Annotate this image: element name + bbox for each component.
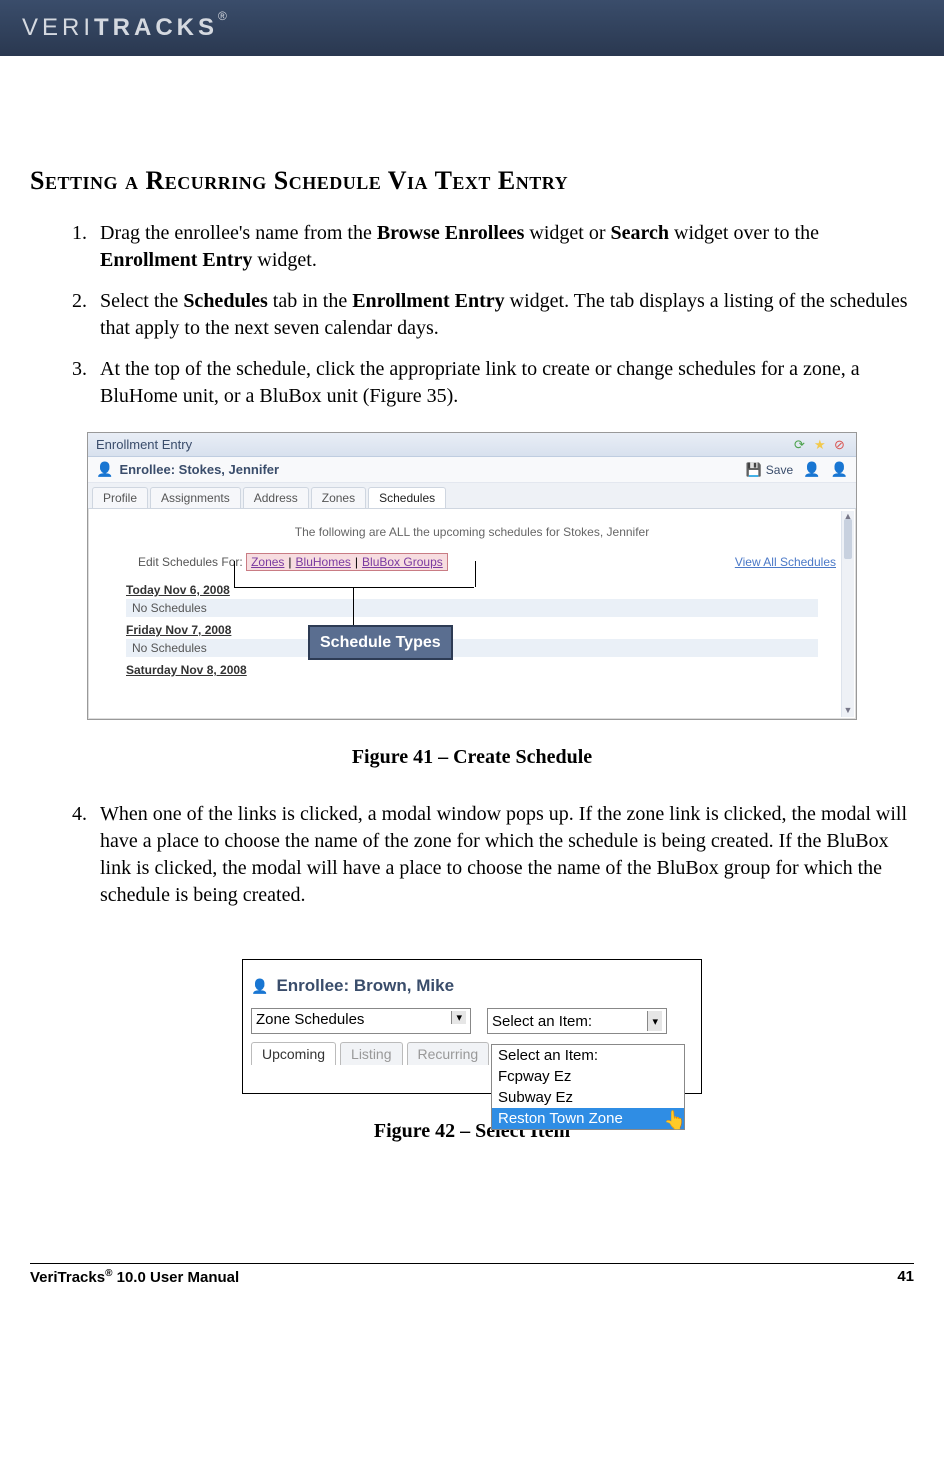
page-number: 41 [897,1268,914,1286]
tab-recurring[interactable]: Recurring [407,1042,490,1065]
user-blue-icon[interactable]: 👤 [803,461,820,478]
registered-icon: ® [218,9,231,23]
schedule-types-box: Zones | BluHomes | BluBox Groups [246,553,448,571]
close-icon[interactable]: ⊘ [834,438,848,452]
dropdown-option-selected[interactable]: Reston Town Zone 👆 [492,1108,684,1129]
tab-upcoming[interactable]: Upcoming [251,1042,336,1065]
tab-assignments[interactable]: Assignments [150,487,241,508]
step-1: Drag the enrollee's name from the Browse… [92,220,914,274]
person-icon: 👤 [251,978,268,995]
chevron-down-icon: ▾ [451,1011,466,1024]
scroll-thumb[interactable] [844,519,852,559]
dropdown-option[interactable]: Subway Ez [492,1087,684,1108]
item-dropdown[interactable]: Select an Item: Fcpway Ez Subway Ez Rest… [491,1044,685,1130]
refresh-icon[interactable]: ⟳ [794,438,808,452]
user-orange-icon[interactable]: 👤 [831,461,848,478]
link-zones[interactable]: Zones [251,555,284,569]
figure-42-screenshot: 👤 Enrollee: Brown, Mike Zone Schedules ▾… [242,959,702,1094]
no-schedules-row: No Schedules [126,639,818,657]
enrollee-label: Enrollee: Stokes, Jennifer [119,462,279,477]
cursor-icon: 👆 [664,1110,686,1131]
footer-left: VeriTracks® 10.0 User Manual [30,1268,239,1286]
item-select[interactable]: Select an Item: ▾ [487,1008,667,1034]
step-2: Select the Schedules tab in the Enrollme… [92,288,914,342]
figure-41-caption: Figure 41 – Create Schedule [30,746,914,769]
scrollbar[interactable]: ▲ ▼ [841,511,854,717]
no-schedules-row: No Schedules [126,599,818,617]
schedules-note: The following are ALL the upcoming sched… [98,525,846,539]
figure-42-caption: Figure 42 – Select Item [30,1120,914,1143]
edit-schedules-label: Edit Schedules For: [138,555,243,569]
person-icon: 👤 [96,461,113,478]
brand-thin: VERI [22,14,94,42]
page-footer: VeriTracks® 10.0 User Manual 41 [30,1263,914,1316]
tab-bar: Profile Assignments Address Zones Schedu… [88,483,856,509]
save-button[interactable]: 💾 Save [746,462,794,478]
link-blubox-groups[interactable]: BluBox Groups [362,555,443,569]
dropdown-option[interactable]: Select an Item: [492,1045,684,1066]
callout-schedule-types: Schedule Types [308,625,453,660]
tab-address[interactable]: Address [243,487,309,508]
tab-schedules[interactable]: Schedules [368,487,446,508]
app-header: VERITRACKS® [0,0,944,56]
section-heading: Setting a Recurring Schedule Via Text En… [30,166,914,196]
tab-zones[interactable]: Zones [311,487,366,508]
day-heading: Saturday Nov 8, 2008 [126,663,846,677]
brand-bold: TRACKS [94,14,218,41]
scroll-down-icon[interactable]: ▼ [842,705,854,717]
step-3: At the top of the schedule, click the ap… [92,356,914,410]
day-heading: Friday Nov 7, 2008 [126,623,846,637]
zone-schedules-select[interactable]: Zone Schedules ▾ [251,1008,471,1034]
chevron-down-icon: ▾ [647,1011,662,1031]
figure-41-screenshot: Enrollment Entry ⟳ ★ ⊘ 👤 Enrollee: Stoke… [87,432,857,720]
day-heading: Today Nov 6, 2008 [126,583,846,597]
brand-logo: VERITRACKS® [22,14,231,42]
save-icon: 💾 [746,462,762,478]
widget-title: Enrollment Entry [96,437,192,452]
view-all-schedules-link[interactable]: View All Schedules [735,555,836,569]
tab-listing[interactable]: Listing [340,1042,402,1065]
tab-profile[interactable]: Profile [92,487,148,508]
dropdown-option[interactable]: Fcpway Ez [492,1066,684,1087]
favorite-icon[interactable]: ★ [814,438,828,452]
enrollee-label: Enrollee: Brown, Mike [276,976,454,996]
link-bluhomes[interactable]: BluHomes [296,555,351,569]
step-4: When one of the links is clicked, a moda… [92,801,914,909]
